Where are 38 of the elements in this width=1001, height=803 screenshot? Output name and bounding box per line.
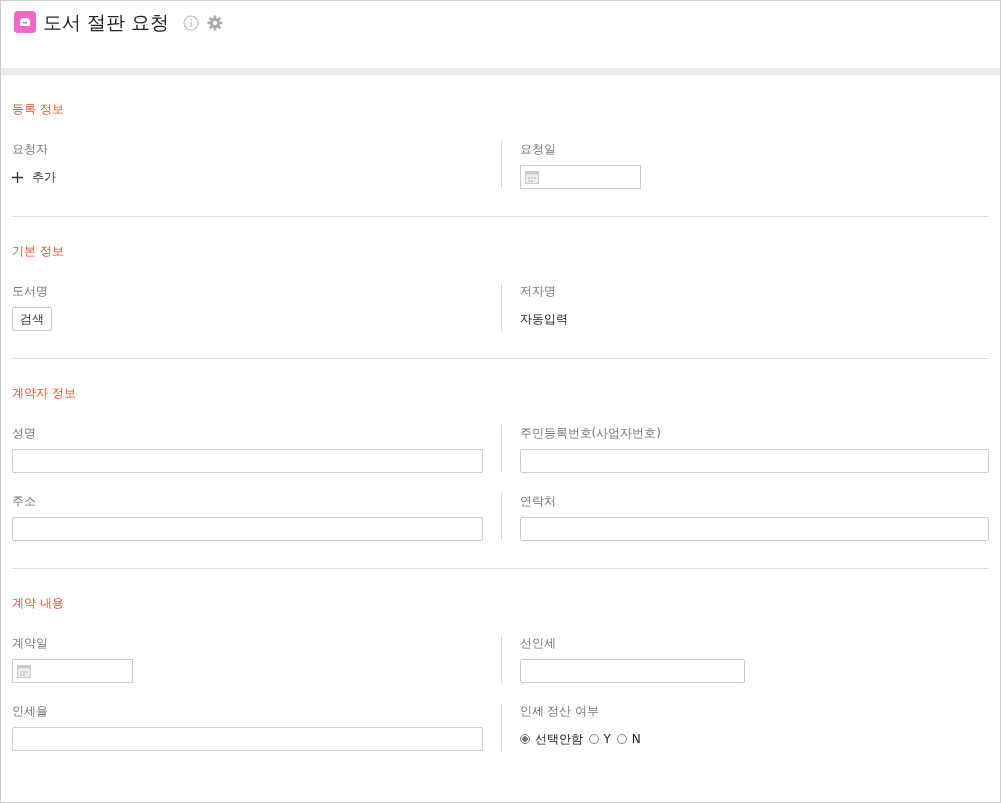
field-label: 주민등록번호(사업자번호): [519, 425, 662, 441]
page-title: 도서 절판 요청: [43, 10, 170, 35]
input-field[interactable]: [519, 659, 745, 683]
field-label: 요청자: [12, 141, 49, 157]
info-icon[interactable]: [183, 15, 200, 31]
radio-label[interactable]: Y: [603, 732, 611, 746]
field-label: 계약일: [12, 635, 49, 651]
calendar-icon: [524, 170, 539, 184]
search-button[interactable]: 검색: [12, 307, 52, 331]
input-field[interactable]: [12, 727, 483, 751]
inbox-icon: [14, 11, 36, 33]
radio-label[interactable]: N: [631, 732, 641, 746]
input-field[interactable]: [12, 517, 483, 541]
section-title: 계약자 정보: [12, 385, 77, 401]
section-title: 기본 정보: [12, 243, 65, 259]
input-field[interactable]: [519, 517, 989, 541]
field-label: 저자명: [519, 283, 557, 299]
field-label: 연락처: [519, 493, 557, 509]
field-label: 인세 정산 여부: [519, 703, 601, 719]
add-button[interactable]: 추가: [12, 165, 56, 189]
field-label: 성명: [12, 425, 37, 441]
calendar-icon: [17, 664, 31, 678]
settings-icon[interactable]: [207, 15, 224, 31]
field-label: 주소: [12, 493, 37, 509]
radio-label[interactable]: 선택안함: [534, 730, 583, 748]
field-label: 인세율: [12, 703, 49, 719]
section-title: 등록 정보: [12, 101, 65, 117]
radio-button[interactable]: [519, 734, 530, 744]
field-label: 도서명: [12, 283, 49, 299]
field-label: 선인세: [519, 635, 557, 651]
plus-icon: [12, 171, 23, 183]
date-field[interactable]: [519, 165, 641, 189]
input-field[interactable]: [519, 449, 989, 473]
field-label: 요청일: [519, 141, 557, 157]
date-field[interactable]: [12, 659, 133, 683]
field-value: 자동입력: [519, 311, 569, 328]
input-field[interactable]: [12, 449, 483, 473]
section-title: 계약 내용: [12, 595, 65, 611]
